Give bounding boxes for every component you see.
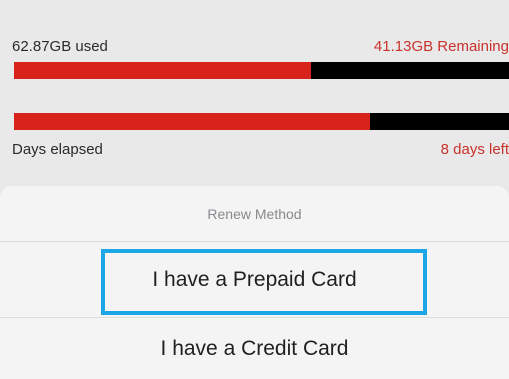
- data-usage-bar: [14, 62, 509, 79]
- prepaid-card-option[interactable]: I have a Prepaid Card: [0, 242, 509, 318]
- days-elapsed-fill: [14, 113, 371, 130]
- credit-card-option[interactable]: I have a Credit Card: [0, 318, 509, 379]
- data-used-label: 62.87GB used: [12, 38, 108, 55]
- data-remaining-label: 41.13GB Remaining: [373, 38, 509, 55]
- days-elapsed-label: Days elapsed: [12, 141, 103, 158]
- data-usage-fill: [14, 62, 311, 79]
- data-usage-row: 62.87GB used 41.13GB Remaining: [12, 38, 509, 55]
- renew-method-action-sheet: Renew Method I have a Prepaid Card I hav…: [0, 186, 509, 379]
- days-left-label: 8 days left: [440, 141, 509, 158]
- sheet-title: Renew Method: [0, 186, 509, 242]
- usage-panel: 62.87GB used 41.13GB Remaining Days elap…: [0, 0, 509, 200]
- days-elapsed-bar: [14, 113, 509, 130]
- days-row: Days elapsed 8 days left: [12, 141, 509, 158]
- screen: 62.87GB used 41.13GB Remaining Days elap…: [0, 0, 509, 379]
